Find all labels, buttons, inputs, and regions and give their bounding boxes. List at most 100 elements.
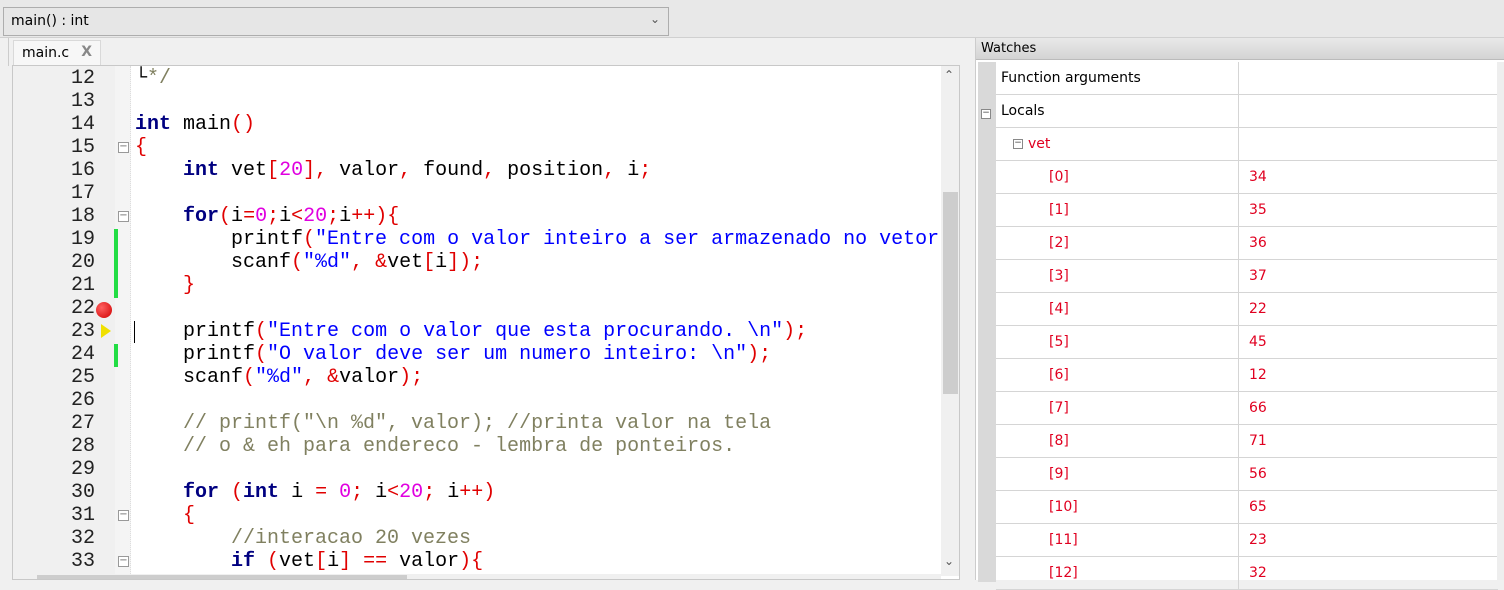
horizontal-scrollbar[interactable] [13,574,941,579]
close-icon[interactable]: X [81,44,92,60]
code-token-op: ( [291,251,304,274]
watch-name: − vet [996,128,1239,161]
watch-name: [3] [996,260,1239,293]
line-number: 26 [70,389,95,412]
changed-line-marker [114,344,118,367]
watch-row[interactable]: [0] 34 [996,161,1498,194]
watch-name: [1] [996,194,1239,227]
scroll-up-icon[interactable]: ⌃ [944,68,954,82]
code-token-num: 20 [303,205,328,228]
code-token-id: i [339,205,352,228]
code-line[interactable]: printf("O valor deve ser um numero intei… [135,343,771,366]
chevron-down-icon: ⌄ [649,12,660,26]
line-number: 19 [70,228,95,251]
tab-main-c[interactable]: main.c X [13,40,101,66]
code-line[interactable]: scanf("%d", &vet[i]); [135,251,483,274]
watch-value: 12 [1249,367,1267,383]
code-line[interactable]: scanf("%d", &valor); [135,366,423,389]
watch-name: Locals [996,95,1239,128]
watch-row[interactable]: [8] 71 [996,425,1498,458]
scroll-down-icon[interactable]: ⌄ [944,554,954,568]
array-index: [7] [1049,400,1069,416]
function-arguments-label: Function arguments [1001,70,1141,86]
watch-row[interactable]: [4] 22 [996,293,1498,326]
collapse-icon[interactable]: − [1013,139,1023,149]
code-token-id: valor [399,550,460,573]
watch-name: Function arguments [996,62,1239,95]
fold-toggle-icon[interactable]: − [118,510,129,521]
array-index: [1] [1049,202,1069,218]
watch-row[interactable]: [9] 56 [996,458,1498,491]
code-token-cm: // o & eh para endereco - lembra de pont… [135,435,736,458]
watch-row[interactable]: [10] 65 [996,491,1498,524]
code-line[interactable]: } [135,274,195,297]
code-token-op: ], [303,159,328,182]
line-number: 16 [70,159,95,182]
code-line[interactable]: for (int i = 0; i<20; i++) [135,481,495,504]
code-line[interactable]: printf("Entre com o valor inteiro a ser … [135,228,939,251]
watch-row[interactable]: − vet [996,128,1498,161]
code-line[interactable]: { [135,504,195,527]
code-token-op: , & [351,251,388,274]
code-line[interactable]: for(i=0;i<20;i++){ [135,205,399,228]
fold-toggle-icon[interactable]: − [118,211,129,222]
code-token-op: () [231,113,256,136]
code-line[interactable]: // o & eh para endereco - lembra de pont… [135,435,735,458]
scroll-thumb[interactable] [943,192,958,394]
watch-row[interactable]: [12] 32 [996,557,1498,590]
code-token-id: i [279,481,316,504]
code-token-kw: for [183,481,220,504]
watch-row[interactable]: [6] 12 [996,359,1498,392]
code-line[interactable]: printf("Entre com o valor que esta procu… [135,320,807,343]
watch-row[interactable]: Locals [996,95,1498,128]
watch-row[interactable]: [3] 37 [996,260,1498,293]
line-number: 17 [70,182,95,205]
code-token-op: = [243,205,256,228]
line-number: 13 [70,90,95,113]
watch-row[interactable]: [11] 23 [996,524,1498,557]
code-token-str: "%d" [303,251,352,274]
fold-toggle-icon[interactable]: − [118,142,129,153]
watch-row[interactable]: [7] 66 [996,392,1498,425]
watch-name: [8] [996,425,1239,458]
watch-row[interactable]: [5] 45 [996,326,1498,359]
array-index: [5] [1049,334,1069,350]
code-token-op: , [603,159,616,182]
code-token-num: 20 [399,481,424,504]
code-token-op: ); [399,366,424,389]
watch-value: 36 [1249,235,1267,251]
code-token-id [135,550,231,573]
code-token-id: valor [339,366,400,389]
line-number: 29 [70,458,95,481]
code-line[interactable]: int vet[20], valor, found, position, i; [135,159,651,182]
code-editor[interactable]: 12 └*/13 14 int main() 15{16 int vet[20], va… [12,65,960,580]
code-line[interactable]: int main() [135,113,255,136]
fold-toggle-icon[interactable]: − [118,556,129,567]
scope-combobox[interactable]: main() : int ⌄ [3,7,669,36]
code-line[interactable]: // printf("\n %d", valor); //printa valo… [135,412,771,435]
collapse-icon[interactable]: − [981,109,991,119]
code-line[interactable]: { [135,136,147,159]
code-token-id [135,274,183,297]
code-token-num: 20 [279,159,304,182]
code-token-id: i [363,481,388,504]
watch-value [1239,128,1498,161]
hscroll-thumb[interactable] [37,575,407,579]
code-token-id: vet [219,159,268,182]
code-token-id: vet [387,251,424,274]
watches-scrollbar[interactable] [1497,62,1504,580]
array-index: [9] [1049,466,1069,482]
code-line[interactable]: //interacao 20 vezes [135,527,471,550]
code-line[interactable]: if (vet[i] == valor){ [135,550,483,573]
watch-name: [12] [996,557,1239,590]
watch-row[interactable]: [2] 36 [996,227,1498,260]
watch-value [1239,62,1498,95]
watch-row[interactable]: Function arguments [996,62,1498,95]
vertical-scrollbar[interactable]: ⌃ ⌄ [941,66,959,576]
code-token-op: == [351,550,400,573]
watch-row[interactable]: [1] 35 [996,194,1498,227]
code-token-str: "%d" [255,366,304,389]
array-index: [0] [1049,169,1069,185]
code-token-kw: int [243,481,280,504]
code-line[interactable]: └*/ [135,67,171,90]
